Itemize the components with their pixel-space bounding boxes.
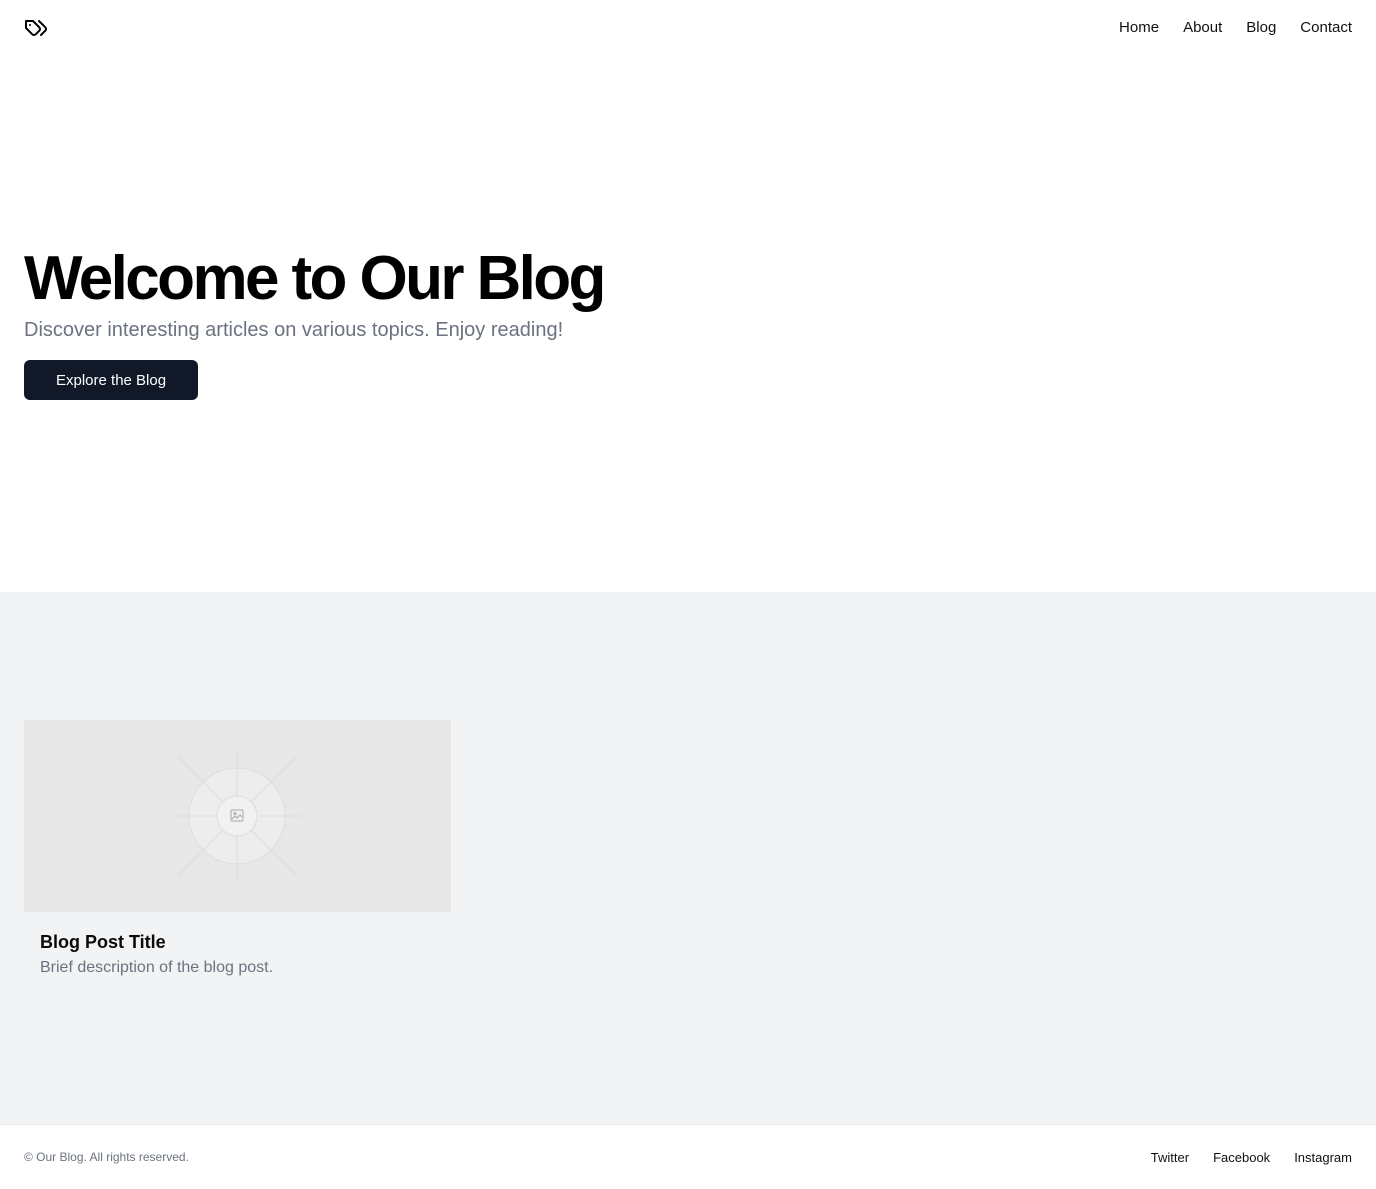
- hero-title: Welcome to Our Blog: [24, 244, 606, 313]
- nav-about-link[interactable]: About: [1183, 18, 1222, 38]
- main-nav: Home About Blog Contact: [1119, 18, 1352, 38]
- site-header: Home About Blog Contact: [0, 0, 1376, 56]
- post-description: Brief description of the blog post.: [40, 959, 274, 976]
- explore-blog-button[interactable]: Explore the Blog: [24, 360, 199, 400]
- post-image-placeholder: [24, 720, 451, 912]
- page: Home About Blog Contact Welcome to Our B…: [0, 0, 1376, 1189]
- facebook-link[interactable]: Facebook: [1213, 1150, 1270, 1165]
- instagram-link[interactable]: Instagram: [1294, 1150, 1352, 1165]
- hero-subtitle: Discover interesting articles on various…: [24, 319, 564, 341]
- twitter-link[interactable]: Twitter: [1151, 1150, 1189, 1165]
- image-placeholder-icon: [171, 750, 303, 882]
- posts-section: Blog Post Title Brief description of the…: [0, 592, 1376, 1124]
- nav-contact-link[interactable]: Contact: [1300, 18, 1352, 38]
- site-footer: © Our Blog. All rights reserved. Twitter…: [0, 1124, 1376, 1189]
- nav-blog-link[interactable]: Blog: [1246, 18, 1276, 38]
- social-links: Twitter Facebook Instagram: [1151, 1150, 1352, 1165]
- tags-icon: [25, 20, 47, 36]
- post-title[interactable]: Blog Post Title: [40, 930, 166, 954]
- blog-post-card[interactable]: Blog Post Title Brief description of the…: [24, 720, 451, 1000]
- nav-home-link[interactable]: Home: [1119, 18, 1159, 38]
- copyright-text: © Our Blog. All rights reserved.: [24, 1150, 189, 1164]
- hero-section: Welcome to Our Blog Discover interesting…: [0, 56, 1376, 592]
- logo-link[interactable]: [24, 16, 48, 40]
